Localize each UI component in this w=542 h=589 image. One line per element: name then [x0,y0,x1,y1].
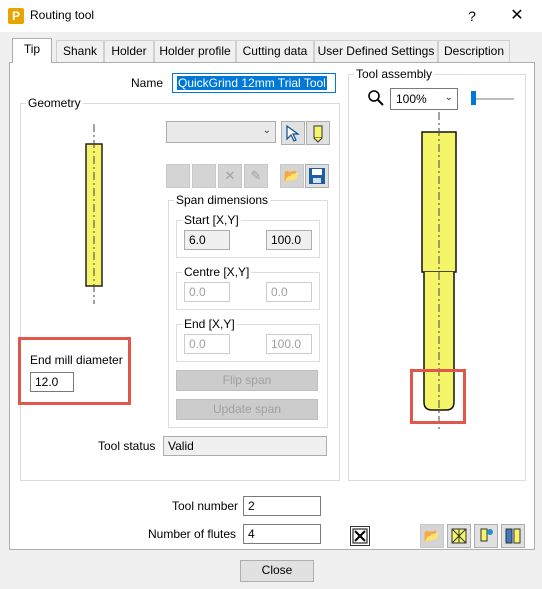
folder-icon[interactable]: 📂 [420,524,444,548]
tool-edit-icon[interactable] [306,121,330,145]
name-label: Name [131,76,164,90]
centre-x-input[interactable]: 0.0 [184,282,230,302]
open-folder-icon[interactable]: 📂 [280,164,304,188]
tab-user-defined-settings[interactable]: User Defined Settings [314,40,438,62]
blank-icon-2[interactable] [192,164,216,188]
zoom-magnifier-icon [367,89,385,107]
tool-status-value: Valid [163,436,327,456]
tip-highlight [410,369,466,424]
zoom-slider-thumb[interactable] [471,91,476,105]
tool-number-input[interactable]: 2 [243,496,321,516]
tool-library-icon[interactable] [501,524,525,548]
tool-status-label: Tool status [98,439,156,453]
reset-view-icon[interactable] [350,526,370,546]
close-button[interactable]: Close [240,560,314,582]
update-span-button[interactable]: Update span [176,399,318,420]
zoom-slider-track [472,98,514,100]
tab-tip[interactable]: Tip [12,38,52,63]
end-title: End [X,Y] [182,317,237,331]
name-input[interactable]: QuickGrind 12mm Trial Tool [172,73,336,93]
number-of-flutes-label: Number of flutes [148,527,237,541]
select-cursor-icon[interactable] [281,121,305,145]
start-y-input[interactable]: 100.0 [266,230,312,250]
tab-description[interactable]: Description [438,40,510,62]
blank-icon-1[interactable] [166,164,190,188]
tab-holder[interactable]: Holder [104,40,154,62]
zoom-select[interactable]: 100% ⌄ [390,88,458,110]
tool-number-label: Tool number [172,499,239,513]
help-button[interactable]: ? [452,4,492,28]
tab-cutting-data[interactable]: Cutting data [236,40,314,62]
paint-icon[interactable]: ✎ [244,164,268,188]
tool-assembly-title: Tool assembly [354,67,435,81]
span-type-select[interactable]: ⌄ [166,121,276,143]
end-mill-diameter-highlight [18,337,131,405]
centre-title: Centre [X,Y] [182,265,252,279]
start-x-input[interactable]: 6.0 [184,230,230,250]
number-of-flutes-input[interactable]: 4 [243,524,321,544]
delete-span-icon[interactable]: ✕ [218,164,242,188]
save-icon[interactable] [305,164,329,188]
tool-wizard-icon[interactable] [474,524,498,548]
name-value: QuickGrind 12mm Trial Tool [177,76,327,90]
window-title: Routing tool [30,8,95,22]
app-icon: P [8,8,24,24]
window-close-button[interactable]: ✕ [496,4,538,28]
end-x-input[interactable]: 0.0 [184,334,230,354]
zoom-value: 100% [396,92,427,106]
end-mill-diameter-label: End mill diameter [30,353,123,367]
tab-shank[interactable]: Shank [56,40,104,62]
geometry-title: Geometry [26,96,83,110]
pattern-icon[interactable] [447,524,471,548]
start-title: Start [X,Y] [182,213,241,227]
title-bar: P Routing tool ? ✕ [0,0,542,32]
geometry-preview [85,124,103,304]
end-mill-diameter-input[interactable]: 12.0 [30,372,74,392]
chevron-down-icon: ⌄ [262,125,271,136]
centre-y-input[interactable]: 0.0 [266,282,312,302]
flip-span-button[interactable]: Flip span [176,370,318,391]
tab-holder-profile[interactable]: Holder profile [154,40,236,62]
span-dimensions-title: Span dimensions [174,193,271,207]
end-y-input[interactable]: 100.0 [266,334,312,354]
chevron-down-icon: ⌄ [444,92,453,103]
